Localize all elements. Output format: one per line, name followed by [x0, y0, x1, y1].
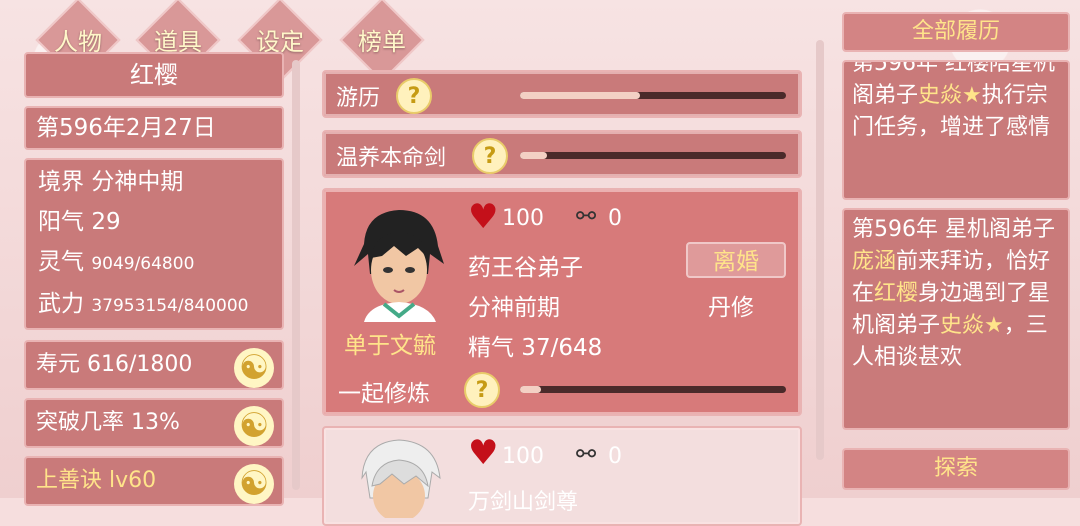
activity-progress-bar: [520, 92, 786, 99]
history-title: 全部履历: [911, 19, 1000, 44]
yin-yang-icon[interactable]: ☯: [234, 406, 274, 446]
activity-progress-bar: [520, 152, 786, 159]
stat-force: 武力 37953154/840000: [38, 291, 249, 317]
date-panel: 第596年2月27日: [24, 106, 284, 150]
activity-label: 游历: [336, 86, 381, 111]
companion-essence: 精气 37/648: [468, 335, 603, 361]
progress-fill: [520, 386, 542, 393]
stat-yang: 阳气 29: [38, 209, 121, 235]
game-date: 第596年2月27日: [36, 115, 216, 141]
yin-yang-icon[interactable]: ☯: [234, 348, 274, 388]
companion-hp: 100: [502, 444, 544, 469]
help-icon[interactable]: ?: [472, 138, 508, 174]
player-name-panel: 红樱: [24, 52, 284, 98]
explore-button[interactable]: 探索: [842, 448, 1070, 490]
explore-label: 探索: [933, 456, 978, 481]
companion-name: 单于文毓: [344, 333, 436, 359]
progress-fill: [520, 92, 640, 99]
yin-yang-icon[interactable]: ☯: [234, 464, 274, 504]
companion-portrait[interactable]: [344, 438, 454, 522]
companion-realm: 分神前期: [468, 295, 560, 321]
history-entry-text: 第596年 星机阁弟子庞涵前来拜访，恰好在红樱身边遇到了星机阁弟子史焱★，三人相…: [852, 217, 1055, 370]
activity-label: 温养本命剑: [336, 146, 447, 171]
companion-activity-label: 一起修炼: [338, 381, 430, 407]
activity-row: 游历 ?: [322, 70, 802, 118]
companion-bond: 0: [608, 206, 622, 231]
companion-card: 单于文毓 ♥ 100 ⚯ 0 药王谷弟子 分神前期 精气 37/648 离婚 丹…: [322, 188, 802, 416]
history-entry: 第596年 星机阁弟子庞涵前来拜访，恰好在红樱身边遇到了星机阁弟子史焱★，三人相…: [842, 208, 1070, 430]
divorce-button[interactable]: 离婚: [686, 242, 786, 278]
lifespan-panel: 寿元 616/1800 ☯: [24, 340, 284, 390]
breakthrough-panel: 突破几率 13% ☯: [24, 398, 284, 448]
skill-panel: 上善诀 lv60 ☯: [24, 456, 284, 506]
progress-fill: [520, 152, 547, 159]
companion-card: ♥ 100 ⚯ 0 万剑山剑尊: [322, 426, 802, 526]
handcuffs-icon: ⚯: [576, 202, 597, 230]
stats-panel: 境界 分神中期 阳气 29 灵气 9049/64800 武力 37953154/…: [24, 158, 284, 330]
history-entry: 第596年 红樱陪星机阁弟子史焱★执行宗门任务，增进了感情: [842, 60, 1070, 200]
center-scrollbar[interactable]: [816, 40, 824, 460]
history-entry-text: 第596年 红樱陪星机阁弟子史焱★执行宗门任务，增进了感情: [852, 60, 1055, 140]
companion-hp: 100: [502, 206, 544, 231]
companion-sect: 药王谷弟子: [468, 255, 583, 281]
help-icon[interactable]: ?: [464, 372, 500, 408]
companion-role: 丹修: [708, 295, 754, 321]
companion-sect: 万剑山剑尊: [468, 490, 579, 515]
left-scrollbar[interactable]: [292, 60, 300, 490]
activity-row: 温养本命剑 ?: [322, 130, 802, 178]
companion-bond: 0: [608, 444, 622, 469]
help-icon[interactable]: ?: [396, 78, 432, 114]
stat-spirit: 灵气 9049/64800: [38, 249, 195, 275]
player-name: 红樱: [130, 61, 178, 89]
stat-realm: 境界 分神中期: [38, 169, 184, 195]
handcuffs-icon: ⚯: [576, 440, 597, 468]
history-title-bar[interactable]: 全部履历: [842, 12, 1070, 52]
heart-icon: ♥: [468, 433, 499, 473]
nav-rankings[interactable]: 榜单: [332, 22, 432, 57]
companion-portrait[interactable]: [344, 204, 454, 322]
heart-icon: ♥: [468, 197, 499, 237]
companion-progress-bar: [520, 386, 786, 393]
